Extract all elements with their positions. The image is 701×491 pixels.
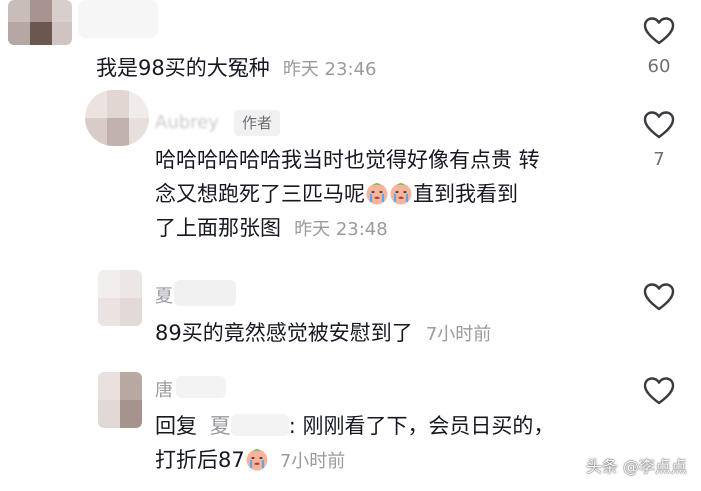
author-name[interactable]: 夏 (155, 286, 173, 307)
comment-header: 夏 (155, 282, 173, 308)
reply-label: 回复 (155, 414, 197, 438)
comment-header: 唐 (155, 376, 173, 402)
avatar[interactable] (98, 270, 142, 326)
blurred-region (230, 414, 289, 436)
author-name[interactable]: 唐 (155, 380, 173, 401)
crying-face-emoji (366, 183, 388, 205)
avatar[interactable] (8, 0, 72, 45)
heart-icon[interactable] (642, 280, 676, 314)
comment-line-1: 哈哈哈哈哈哈我当时也觉得好像有点贵 转 (155, 148, 540, 172)
comment-time: 7小时前 (279, 451, 346, 472)
blurred-region (78, 0, 158, 38)
comment-text: 我是98买的大冤种 (96, 56, 270, 80)
comment-time: 昨天 23:46 (282, 59, 377, 80)
author-name[interactable]: Aubrey (155, 112, 219, 133)
comment-1: 我是98买的大冤种 昨天 23:46 60 (0, 0, 701, 95)
comment-line-2: 念又想跑死了三匹马呢 直到我看到 (155, 177, 540, 211)
heart-icon[interactable] (642, 108, 676, 142)
comment-body: 89买的竟然感觉被安慰到了 7小时前 (155, 316, 491, 350)
like-count: 7 (653, 149, 665, 170)
comment-2: Aubrey 作者 哈哈哈哈哈哈我当时也觉得好像有点贵 转 念又想跑死了三匹马呢… (0, 90, 701, 260)
comment-line-3-text: 了上面那张图 (155, 216, 281, 240)
author-badge: 作者 (233, 110, 280, 136)
crying-face-emoji (246, 449, 268, 471)
comment-line-3: 了上面那张图 昨天 23:48 (155, 211, 540, 245)
avatar[interactable] (85, 90, 149, 146)
heart-icon[interactable] (642, 14, 676, 48)
heart-icon[interactable] (642, 374, 676, 408)
comment-line-1: 回复 夏 : 刚刚看了下，会员日买的， (155, 409, 554, 443)
blurred-region (174, 280, 236, 306)
comment-1-content: 我是98买的大冤种 昨天 23:46 (96, 51, 376, 85)
comment-line-2: 打折后87 7小时前 (155, 443, 554, 477)
reply-to-name[interactable]: 夏 (210, 414, 231, 438)
avatar[interactable] (98, 372, 142, 428)
comment-line-2-text: 打折后87 (155, 448, 245, 472)
comment-time: 7小时前 (425, 324, 492, 345)
comment-line-2-text: 念又想跑死了三匹马呢 (155, 182, 365, 206)
comment-time: 昨天 23:48 (294, 219, 388, 240)
like-count: 60 (647, 56, 671, 77)
comment-text: 89买的竟然感觉被安慰到了 (155, 321, 413, 345)
blurred-region (176, 376, 226, 398)
comment-body: 回复 夏 : 刚刚看了下，会员日买的， 打折后87 7小时前 (155, 409, 554, 477)
comment-line-1-text: : 刚刚看了下，会员日买的， (288, 414, 555, 438)
watermark: 头条 @李点点 (585, 457, 687, 476)
comment-line-2-tail: 直到我看到 (413, 182, 518, 206)
comment-header: Aubrey 作者 (155, 110, 280, 136)
crying-face-emoji (390, 183, 412, 205)
comment-3: 夏 89买的竟然感觉被安慰到了 7小时前 (0, 268, 701, 358)
comment-body: 哈哈哈哈哈哈我当时也觉得好像有点贵 转 念又想跑死了三匹马呢 直到我看到 了上面那… (155, 143, 540, 245)
